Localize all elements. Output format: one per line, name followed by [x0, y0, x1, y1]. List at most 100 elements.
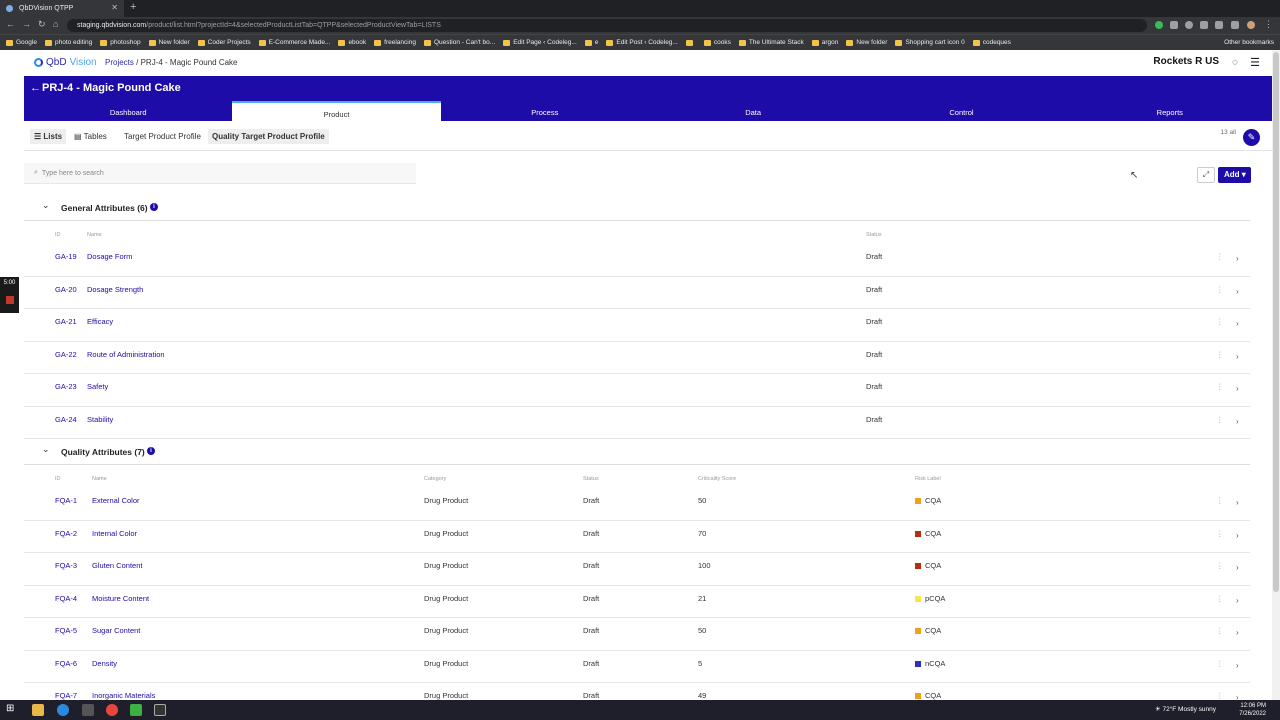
- column-header-id[interactable]: ID: [55, 232, 61, 238]
- bookmark-item[interactable]: Coder Projects: [197, 39, 251, 46]
- chevron-right-icon[interactable]: ›: [1236, 319, 1239, 328]
- row-id-link[interactable]: GA-22: [55, 350, 77, 359]
- bookmark-item[interactable]: photo editing: [44, 39, 92, 46]
- chevron-right-icon[interactable]: ›: [1236, 352, 1239, 361]
- column-header-criticality-score[interactable]: Criticality Score: [698, 476, 736, 482]
- row-name-link[interactable]: Density: [92, 659, 117, 668]
- url-input[interactable]: staging.qbdvision.com/product/list.html?…: [67, 19, 1147, 32]
- bookmark-item[interactable]: codeques: [972, 39, 1011, 46]
- quality-attributes-section-header[interactable]: ⌄ Quality Attributes (7) i: [24, 439, 1250, 465]
- row-name-link[interactable]: Gluten Content: [92, 561, 142, 570]
- bookmark-item[interactable]: [685, 39, 696, 46]
- breadcrumb-projects-link[interactable]: Projects: [105, 58, 134, 67]
- windows-start-icon[interactable]: ⊞: [6, 703, 18, 715]
- kebab-menu-icon[interactable]: ⋮: [1216, 594, 1224, 603]
- extension-icon[interactable]: [1170, 21, 1178, 29]
- table-row[interactable]: GA-19 Dosage Form Draft ⋮ ›: [24, 244, 1250, 277]
- row-name-link[interactable]: Sugar Content: [92, 626, 140, 635]
- column-header-name[interactable]: Name: [87, 232, 102, 238]
- chevron-right-icon[interactable]: ›: [1236, 254, 1239, 263]
- kebab-menu-icon[interactable]: ⋮: [1216, 382, 1224, 391]
- chevron-right-icon[interactable]: ›: [1236, 417, 1239, 426]
- kebab-menu-icon[interactable]: ⋮: [1216, 529, 1224, 538]
- back-arrow-icon[interactable]: ←: [30, 82, 41, 94]
- column-header-status[interactable]: Status: [866, 232, 882, 238]
- browser-tab[interactable]: QbDVision QTPP ✕: [0, 0, 124, 17]
- column-header-category[interactable]: Category: [424, 476, 446, 482]
- tab-dashboard[interactable]: Dashboard: [24, 101, 232, 121]
- bookmark-item[interactable]: E-Commerce Made...: [258, 39, 330, 46]
- row-name-link[interactable]: Internal Color: [92, 529, 137, 538]
- row-id-link[interactable]: GA-24: [55, 415, 77, 424]
- app-icon[interactable]: [154, 704, 166, 716]
- kebab-menu-icon[interactable]: ⋮: [1216, 317, 1224, 326]
- qbdvision-logo[interactable]: QbD Vision: [34, 57, 97, 68]
- kebab-menu-icon[interactable]: ⋮: [1216, 415, 1224, 424]
- stop-recording-icon[interactable]: [5, 296, 14, 304]
- reload-icon[interactable]: ↻: [38, 19, 46, 30]
- row-id-link[interactable]: GA-20: [55, 285, 77, 294]
- edge-icon[interactable]: [57, 704, 69, 716]
- close-tab-icon[interactable]: ✕: [111, 3, 118, 12]
- expand-icon[interactable]: ⤢: [1197, 167, 1215, 183]
- row-id-link[interactable]: FQA-1: [55, 496, 77, 505]
- bookmark-item[interactable]: Shopping cart icon 0: [895, 39, 965, 46]
- chevron-right-icon[interactable]: ›: [1236, 531, 1239, 540]
- row-name-link[interactable]: Efficacy: [87, 317, 113, 326]
- system-clock[interactable]: 12:06 PM 7/26/2022: [1239, 702, 1266, 718]
- bookmark-item[interactable]: e: [584, 39, 598, 46]
- bookmark-item[interactable]: freelancing: [374, 39, 416, 46]
- info-icon[interactable]: i: [147, 447, 155, 455]
- bookmark-item[interactable]: photoshop: [100, 39, 141, 46]
- xbox-icon[interactable]: [130, 704, 142, 716]
- row-id-link[interactable]: GA-19: [55, 252, 77, 261]
- bookmark-item[interactable]: Edit Page ‹ Codeleg...: [503, 39, 577, 46]
- row-name-link[interactable]: Inorganic Materials: [92, 691, 155, 700]
- chevron-down-icon[interactable]: ⌄: [42, 444, 50, 455]
- subnav-quality-target-product-profile[interactable]: Quality Target Product Profile: [208, 129, 329, 144]
- kebab-menu-icon[interactable]: ⋮: [1216, 350, 1224, 359]
- row-id-link[interactable]: GA-21: [55, 317, 77, 326]
- row-name-link[interactable]: Moisture Content: [92, 594, 149, 603]
- kebab-menu-icon[interactable]: ⋮: [1216, 659, 1224, 668]
- table-row[interactable]: GA-24 Stability Draft ⋮ ›: [24, 407, 1250, 439]
- bookmark-item[interactable]: cooks: [703, 39, 731, 46]
- table-row[interactable]: GA-23 Safety Draft ⋮ ›: [24, 374, 1250, 407]
- extension-icon[interactable]: [1185, 21, 1193, 29]
- puzzle-icon[interactable]: [1200, 21, 1208, 29]
- table-row[interactable]: GA-21 Efficacy Draft ⋮ ›: [24, 309, 1250, 342]
- row-name-link[interactable]: Dosage Strength: [87, 285, 143, 294]
- company-name[interactable]: Rockets R US: [1153, 56, 1219, 67]
- kebab-menu-icon[interactable]: ⋮: [1216, 691, 1224, 700]
- back-icon[interactable]: ←: [6, 19, 15, 29]
- row-name-link[interactable]: Route of Administration: [87, 350, 165, 359]
- sidebar-icon[interactable]: [1231, 21, 1239, 29]
- subnav-target-product-profile[interactable]: Target Product Profile: [120, 129, 205, 144]
- column-header-status[interactable]: Status: [583, 476, 599, 482]
- extension-icon[interactable]: [1155, 21, 1163, 29]
- tab-control[interactable]: Control: [857, 101, 1065, 121]
- kebab-menu-icon[interactable]: ⋮: [1216, 285, 1224, 294]
- bookmark-item[interactable]: New folder: [148, 39, 190, 46]
- app-icon[interactable]: [82, 704, 94, 716]
- tab-data[interactable]: Data: [649, 101, 857, 121]
- table-row[interactable]: FQA-4 Moisture Content Drug Product Draft 21…: [24, 586, 1250, 618]
- row-id-link[interactable]: FQA-2: [55, 529, 77, 538]
- tab-product[interactable]: Product: [232, 101, 441, 121]
- bookmark-item[interactable]: New folder: [846, 39, 887, 46]
- row-name-link[interactable]: Dosage Form: [87, 252, 132, 261]
- forward-icon[interactable]: →: [22, 19, 31, 29]
- chevron-right-icon[interactable]: ›: [1236, 498, 1239, 507]
- table-row[interactable]: FQA-1 External Color Drug Product Draft 50 CQ…: [24, 488, 1250, 521]
- chevron-right-icon[interactable]: ›: [1236, 596, 1239, 605]
- edit-pencil-button[interactable]: ✎: [1243, 129, 1260, 146]
- row-id-link[interactable]: FQA-3: [55, 561, 77, 570]
- tab-reports[interactable]: Reports: [1066, 101, 1274, 121]
- weather-status[interactable]: ☀ 72°F Mostly sunny: [1155, 705, 1216, 713]
- row-name-link[interactable]: Stability: [87, 415, 113, 424]
- table-row[interactable]: GA-22 Route of Administration Draft ⋮ ›: [24, 342, 1250, 374]
- chat-icon[interactable]: ◌: [1232, 57, 1238, 68]
- bookmark-item[interactable]: Google: [6, 39, 37, 46]
- kebab-menu-icon[interactable]: ⋮: [1264, 19, 1273, 30]
- chevron-right-icon[interactable]: ›: [1236, 384, 1239, 393]
